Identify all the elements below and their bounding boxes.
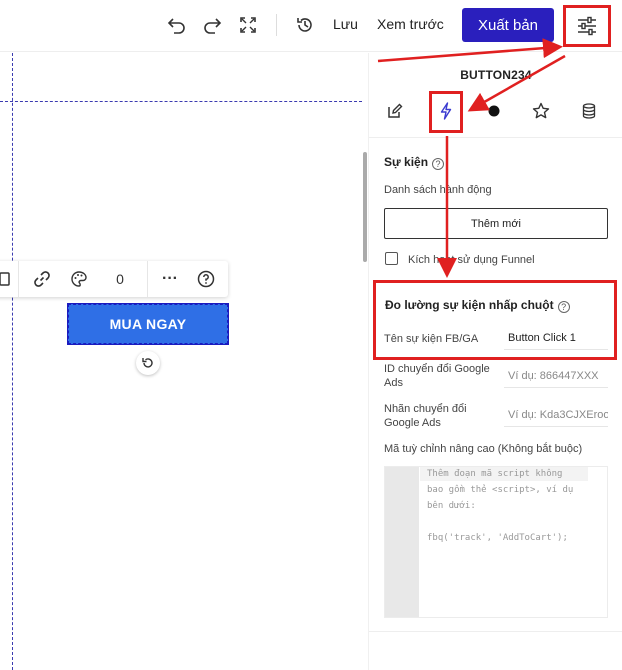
gads-id-input[interactable]: Ví dụ: 866447XXX [504, 364, 608, 388]
tab-divider [369, 137, 622, 138]
gads-id-label: ID chuyển đổi Google Ads [384, 362, 490, 390]
click-tracking-title-text: Đo lường sự kiện nhấp chuột [385, 298, 554, 312]
palette-icon[interactable] [68, 268, 90, 290]
click-tracking-help-icon[interactable]: ? [557, 301, 570, 313]
undo-icon[interactable] [165, 13, 189, 37]
code-line: fbq('track', 'AddToCart'); [427, 533, 568, 543]
link-icon[interactable] [31, 268, 53, 290]
events-section-title: Sự kiện? [384, 155, 445, 170]
gads-label-label-line2: Google Ads [384, 417, 441, 429]
horizontal-guide [0, 101, 362, 102]
fb-ga-event-label: Tên sự kiện FB/GA [384, 333, 479, 345]
properties-panel: BUTTON234 Sự kiện? Danh sách hành động T… [368, 53, 622, 670]
tab-edit[interactable] [384, 100, 406, 122]
code-line: bao gồm thẻ <script>, ví dụ [427, 485, 574, 495]
click-tracking-title: Đo lường sự kiện nhấp chuột? [385, 298, 570, 313]
star-icon [532, 102, 550, 119]
rotate-icon[interactable] [136, 351, 160, 375]
action-list-label: Danh sách hành động [384, 184, 492, 196]
canvas-scrollbar[interactable] [363, 152, 367, 262]
element-name: BUTTON234 [460, 68, 532, 82]
fb-ga-event-input[interactable]: Button Click 1 [504, 326, 608, 350]
tab-favorite[interactable] [530, 100, 552, 122]
gads-label-label-line1: Nhãn chuyển đổi [384, 403, 467, 415]
more-options-icon[interactable]: ··· [159, 268, 181, 290]
code-line: bên dưới: [427, 501, 476, 511]
events-title-text: Sự kiện [384, 155, 429, 169]
save-button[interactable]: Lưu [333, 16, 358, 32]
gads-label-input[interactable]: Ví dụ: Kda3CJXEroo [504, 403, 608, 427]
top-toolbar: Lưu Xem trước Xuất bản [0, 0, 622, 52]
edit-icon [388, 103, 403, 118]
redo-icon[interactable] [200, 13, 224, 37]
add-action-button[interactable]: Thêm mới [384, 208, 608, 239]
circle-icon [488, 105, 500, 117]
help-icon[interactable] [195, 268, 217, 290]
events-help-icon[interactable]: ? [432, 158, 445, 170]
gads-id-label-line2: Ads [384, 377, 403, 389]
funnel-checkbox[interactable] [385, 252, 398, 265]
tab-style[interactable] [483, 100, 505, 122]
settings-button[interactable] [563, 5, 611, 47]
editor-canvas[interactable]: 0 ··· MUA NGAY [0, 53, 362, 670]
element-floating-toolbar: 0 ··· [0, 261, 228, 297]
gads-label-label: Nhãn chuyển đổi Google Ads [384, 402, 467, 430]
duplicate-icon[interactable] [0, 268, 16, 290]
vertical-guide [12, 53, 13, 670]
tab-data[interactable] [578, 100, 600, 122]
floatbar-counter[interactable]: 0 [109, 268, 131, 290]
preview-button[interactable]: Xem trước [377, 16, 444, 32]
toolbar-divider [276, 14, 277, 36]
panel-divider [369, 631, 622, 632]
database-icon [582, 103, 596, 119]
custom-code-editor[interactable]: Thêm đoạn mã script không bao gồm thẻ <s… [384, 466, 608, 618]
custom-code-label: Mã tuỳ chỉnh nâng cao (Không bắt buộc) [384, 443, 583, 455]
buy-now-button[interactable]: MUA NGAY [67, 303, 229, 345]
fullscreen-icon[interactable] [236, 13, 260, 37]
publish-button[interactable]: Xuất bản [462, 8, 554, 42]
code-gutter [385, 467, 419, 617]
gads-id-label-line1: ID chuyển đổi Google [384, 363, 490, 375]
code-line: Thêm đoạn mã script không [427, 469, 563, 479]
history-icon[interactable] [293, 13, 317, 37]
funnel-checkbox-label: Kích hoạt sử dụng Funnel [408, 254, 535, 266]
active-tab-highlight [429, 91, 463, 133]
sliders-icon [578, 16, 596, 36]
